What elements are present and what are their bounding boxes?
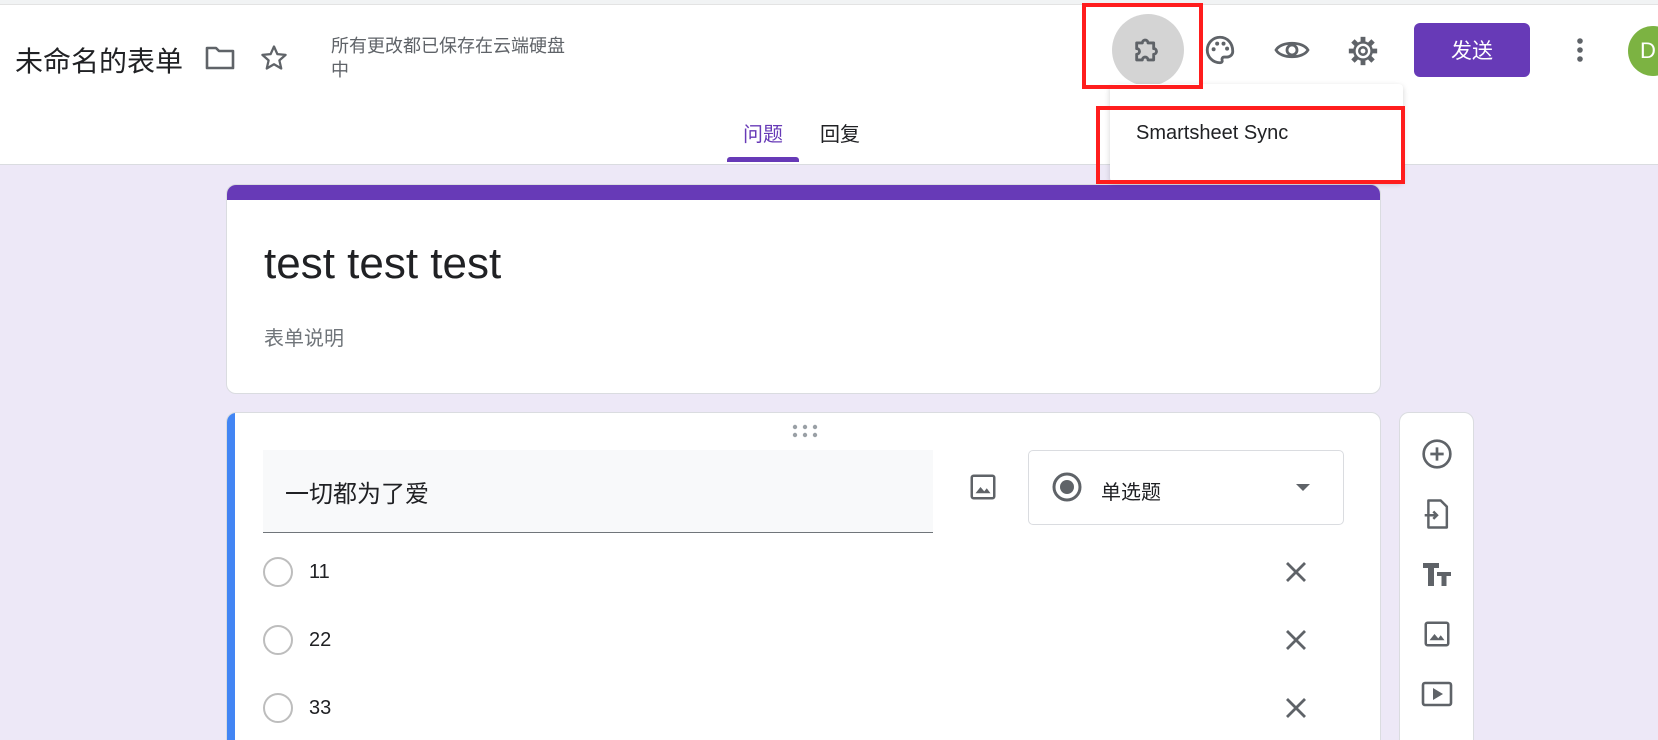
active-tab-indicator [727, 157, 799, 162]
form-title[interactable]: test test test [264, 239, 501, 289]
folder-icon [205, 46, 235, 70]
form-document-title[interactable]: 未命名的表单 [15, 40, 183, 80]
add-image-toolbar-button[interactable] [1418, 615, 1456, 653]
add-video-button[interactable] [1418, 675, 1456, 713]
option-label[interactable]: 11 [309, 561, 330, 584]
eye-icon [1274, 41, 1310, 59]
remove-option-button[interactable] [1279, 555, 1313, 589]
more-vert-icon [1577, 38, 1583, 62]
palette-icon [1205, 35, 1235, 65]
option-row: 11 [263, 553, 1343, 593]
remove-option-button[interactable] [1279, 623, 1313, 657]
form-title-card: test test test 表单说明 [226, 184, 1381, 394]
floating-toolbar [1399, 412, 1474, 740]
move-to-folder-button[interactable] [200, 38, 240, 78]
import-icon [1424, 499, 1449, 529]
question-card[interactable]: 一切都为了爱 单选题 11 22 33 [226, 412, 1381, 740]
customize-theme-button[interactable] [1198, 28, 1242, 72]
title-text-icon [1423, 563, 1451, 586]
settings-button[interactable] [1340, 28, 1386, 74]
add-title-description-button[interactable] [1418, 555, 1456, 593]
image-icon [970, 474, 996, 500]
more-options-button[interactable] [1562, 28, 1598, 72]
tab-questions[interactable]: 问题 [743, 118, 783, 147]
image-icon [1424, 621, 1450, 647]
question-type-dropdown[interactable]: 单选题 [1028, 450, 1344, 525]
option-label[interactable]: 22 [309, 629, 331, 652]
star-icon [261, 45, 287, 70]
gear-icon [1348, 36, 1378, 66]
option-label[interactable]: 33 [309, 697, 331, 720]
option-radio [263, 557, 293, 587]
preview-button[interactable] [1268, 28, 1316, 72]
question-title-input[interactable]: 一切都为了爱 [263, 450, 933, 533]
tab-responses[interactable]: 回复 [820, 118, 860, 147]
title-card-accent-bar [227, 185, 1380, 200]
add-image-button[interactable] [959, 463, 1007, 511]
add-question-button[interactable] [1418, 435, 1456, 473]
form-description-field[interactable]: 表单说明 [264, 322, 344, 351]
top-border [0, 0, 1658, 5]
account-avatar[interactable]: D [1628, 26, 1658, 76]
active-question-indicator [227, 413, 235, 740]
drag-handle-icon[interactable] [791, 423, 819, 439]
add-circle-icon [1422, 439, 1452, 469]
remove-option-button[interactable] [1279, 691, 1313, 725]
send-button[interactable]: 发送 [1414, 23, 1530, 77]
app-header: 未命名的表单 所有更改都已保存在云端硬盘中 发送 D 问题 回复 [0, 0, 1658, 165]
radio-button-checked-icon [1052, 472, 1082, 502]
import-questions-button[interactable] [1418, 495, 1456, 533]
save-status-text: 所有更改都已保存在云端硬盘中 [331, 36, 565, 80]
video-icon [1421, 681, 1453, 707]
option-radio [263, 625, 293, 655]
close-icon [1286, 698, 1306, 718]
annotation-box-smartsheet-item [1096, 106, 1405, 184]
caret-down-icon [1296, 484, 1310, 491]
option-row: 22 [263, 621, 1343, 661]
close-icon [1286, 630, 1306, 650]
star-button[interactable] [254, 38, 294, 78]
option-radio [263, 693, 293, 723]
question-type-label: 单选题 [1101, 482, 1161, 504]
annotation-box-addons-button [1082, 3, 1203, 89]
close-icon [1286, 562, 1306, 582]
option-row: 33 [263, 689, 1343, 729]
